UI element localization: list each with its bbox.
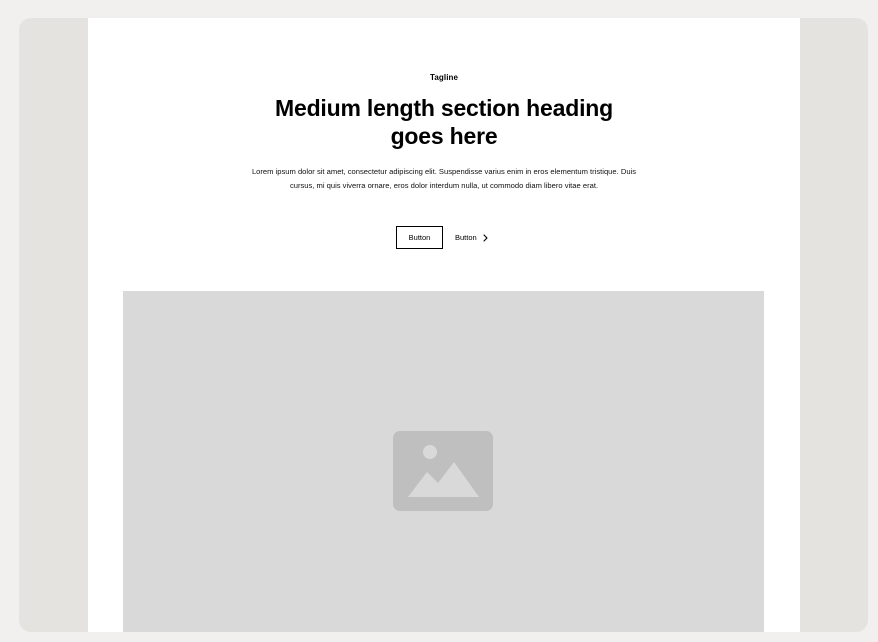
chevron-right-icon	[482, 233, 489, 242]
section-description: Lorem ipsum dolor sit amet, consectetur …	[251, 167, 637, 190]
preview-frame: Tagline Medium length section heading go…	[19, 18, 868, 632]
tagline: Tagline	[429, 73, 459, 82]
primary-button-label: Button	[408, 233, 431, 242]
image-placeholder	[123, 291, 764, 632]
section-heading: Medium length section heading goes here	[275, 95, 613, 149]
image-icon	[393, 431, 493, 511]
primary-button[interactable]: Button	[396, 226, 443, 249]
secondary-link-button[interactable]: Button	[455, 226, 489, 249]
secondary-button-label: Button	[455, 233, 477, 242]
header-section: Tagline Medium length section heading go…	[88, 18, 800, 632]
